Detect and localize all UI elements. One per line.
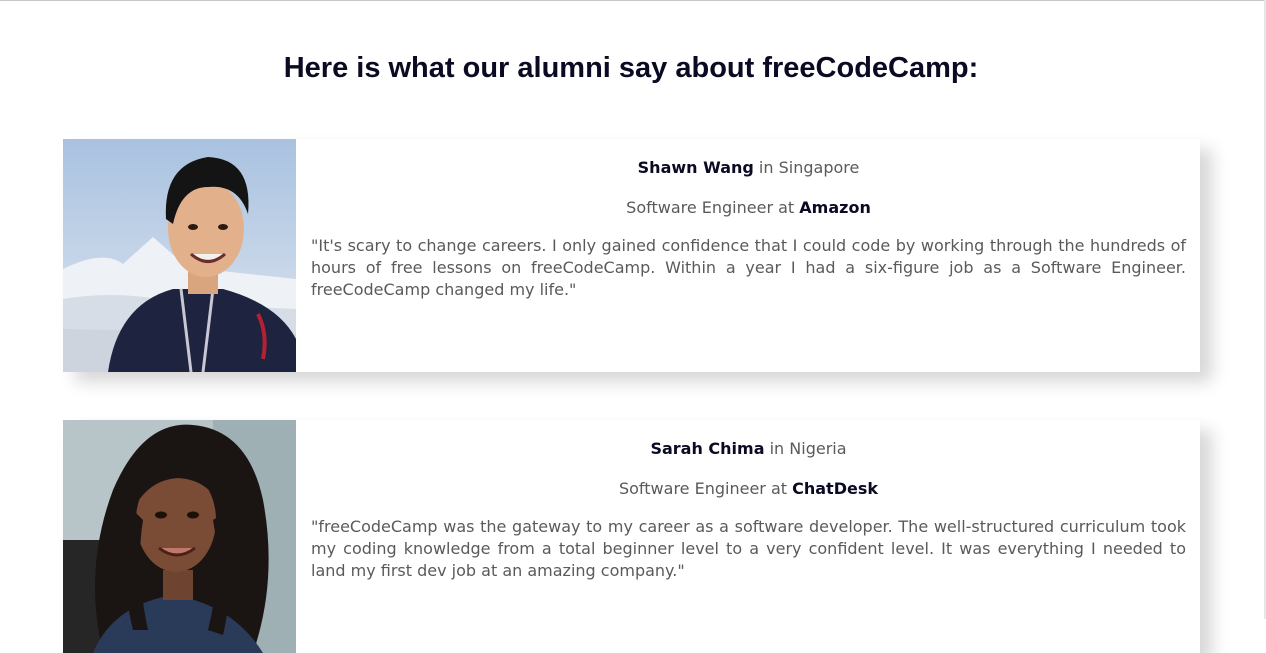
alumni-location: Singapore	[778, 158, 860, 177]
alumni-photo-sarah-chima	[63, 420, 296, 653]
alumni-location: Nigeria	[789, 439, 847, 458]
testimonial-name-line: Sarah Chima in Nigeria	[311, 436, 1186, 462]
alumni-name: Shawn Wang	[637, 158, 754, 177]
testimonial-card: Sarah Chima in Nigeria Software Engineer…	[63, 420, 1200, 653]
alumni-role: Software Engineer at	[618, 479, 788, 498]
alumni-name: Sarah Chima	[650, 439, 765, 458]
testimonial-role-line: Software Engineer at Amazon	[311, 195, 1186, 221]
testimonial-quote: "freeCodeCamp was the gateway to my care…	[311, 517, 1186, 580]
testimonial-body: Shawn Wang in Singapore Software Enginee…	[296, 139, 1200, 372]
alumni-company: Amazon	[799, 198, 871, 217]
testimonial-quote: "It's scary to change careers. I only ga…	[311, 236, 1186, 299]
location-prefix: in	[758, 158, 774, 177]
testimonial-card: Shawn Wang in Singapore Software Enginee…	[63, 139, 1200, 372]
testimonial-role-line: Software Engineer at ChatDesk	[311, 476, 1186, 502]
location-prefix: in	[769, 439, 785, 458]
alumni-company: ChatDesk	[792, 479, 878, 498]
alumni-photo-shawn-wang	[63, 139, 296, 372]
alumni-role: Software Engineer at	[626, 198, 795, 217]
testimonial-name-line: Shawn Wang in Singapore	[311, 155, 1186, 181]
top-border	[0, 0, 1266, 1]
section-heading: Here is what our alumni say about freeCo…	[283, 52, 979, 84]
testimonial-body: Sarah Chima in Nigeria Software Engineer…	[296, 420, 1200, 653]
